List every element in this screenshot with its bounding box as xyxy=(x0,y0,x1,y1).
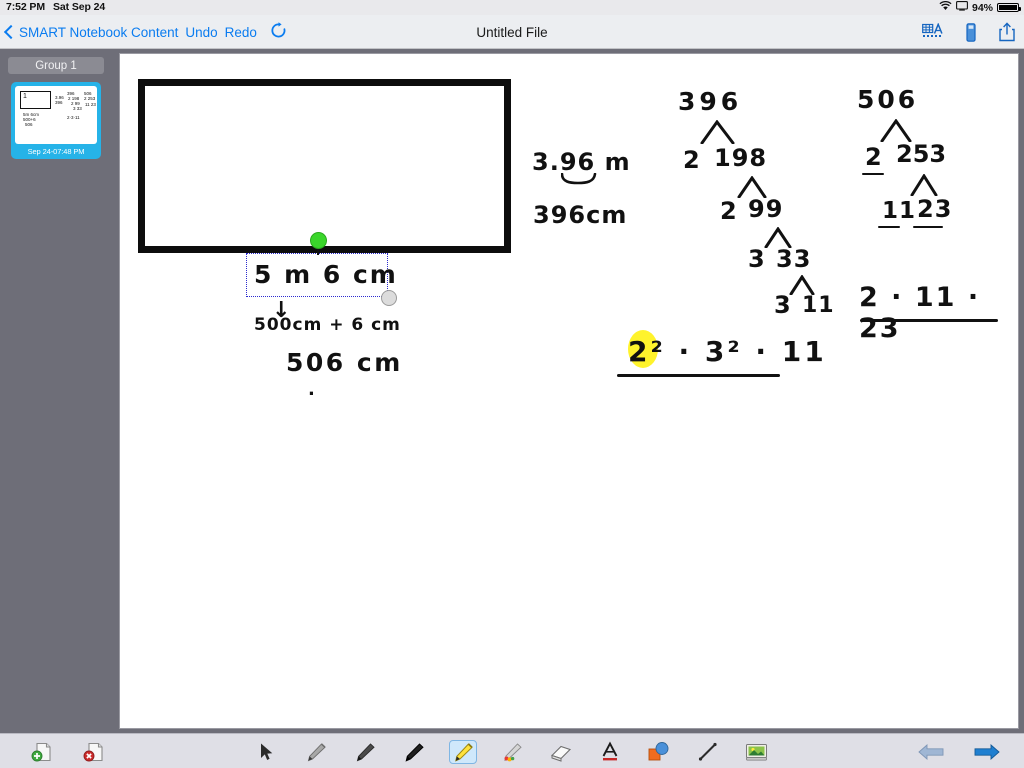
pen-thick-tool[interactable] xyxy=(400,740,428,764)
ink-underline-tree2-11 xyxy=(878,226,900,229)
ink-tree2-root[interactable]: 506 xyxy=(857,85,918,114)
ink-tree1-factor-99[interactable]: 99 xyxy=(748,195,783,223)
app-navigation-bar: SMART Notebook Content Undo Redo Untitle… xyxy=(0,15,1024,49)
rotate-handle[interactable] xyxy=(310,232,327,249)
ink-centimeters-value[interactable]: 396cm xyxy=(533,201,627,229)
shapes-tool[interactable] xyxy=(645,740,673,764)
thumbnail-ink-9: 3 33 xyxy=(73,106,82,111)
battery-icon xyxy=(997,3,1021,12)
page-sidebar: Group 1 1 5m 6cm 500+6 506 3.96 396 396 … xyxy=(0,49,113,733)
status-bar-right: 94% xyxy=(939,1,1021,14)
ink-tree1-factor-198[interactable]: 198 xyxy=(714,144,767,172)
wifi-icon xyxy=(939,1,952,14)
ink-conversion-result[interactable]: 506 cm xyxy=(286,348,403,377)
resize-handle[interactable] xyxy=(381,290,397,306)
next-page-arrow[interactable] xyxy=(974,743,1000,761)
status-bar-left: 7:52 PM Sat Sep 24 xyxy=(6,1,105,13)
screen-icon xyxy=(956,1,968,14)
ink-underline-tree2-23 xyxy=(913,226,943,229)
bottom-toolbar xyxy=(0,733,1024,768)
ink-underline-factorization-396 xyxy=(617,374,780,377)
rectangle-shape[interactable] xyxy=(138,79,511,253)
group-tab[interactable]: Group 1 xyxy=(8,57,104,74)
ink-underline-factorization-506 xyxy=(860,319,998,322)
ink-tree1-factor-33[interactable]: 33 xyxy=(776,245,811,273)
ios-status-bar: 7:52 PM Sat Sep 24 94% xyxy=(0,0,1024,15)
previous-page-arrow[interactable] xyxy=(918,743,944,761)
ink-tree2-factor-23[interactable]: 23 xyxy=(917,195,952,223)
page-title: Untitled File xyxy=(476,24,548,40)
ink-tree1-factor-2a[interactable]: 2 xyxy=(683,146,700,174)
remote-icon[interactable] xyxy=(966,22,976,42)
creative-pen-tool[interactable] xyxy=(498,740,526,764)
thumbnail-ink-10: 2·3·11 xyxy=(67,115,80,120)
ink-tree1-root[interactable]: 396 xyxy=(678,87,742,116)
ink-tree1-factor-3b[interactable]: 3 xyxy=(774,291,791,319)
ink-conversion-sum[interactable]: 500cm + 6 cm xyxy=(254,315,401,335)
pen-thin-tool[interactable] xyxy=(351,740,379,764)
select-tool[interactable] xyxy=(253,740,281,764)
ink-tree2-factor-11[interactable]: 11 xyxy=(882,198,916,224)
thumbnail-ink-13: 11 23 xyxy=(85,102,96,107)
notebook-canvas[interactable]: 5 m 6 cm ↓ 500cm + 6 cm 506 cm . 3.96 m … xyxy=(119,53,1019,729)
nav-right-group xyxy=(922,15,1016,49)
eraser-tool[interactable] xyxy=(547,740,575,764)
text-tool[interactable] xyxy=(596,740,624,764)
ink-meters-value[interactable]: 3.96 m xyxy=(532,148,631,176)
share-icon[interactable] xyxy=(998,22,1016,42)
table-text-icon[interactable] xyxy=(922,23,944,41)
drawing-tools xyxy=(0,734,1024,768)
gallery-tool[interactable] xyxy=(743,740,771,764)
battery-percent: 94% xyxy=(971,1,993,14)
status-time: 7:52 PM xyxy=(6,1,45,13)
thumbnail-page-number: 1 xyxy=(23,93,27,100)
line-tool[interactable] xyxy=(694,740,722,764)
thumbnail-ink-5: 396 xyxy=(55,100,63,105)
ink-stray-dot[interactable]: . xyxy=(308,379,315,400)
highlighter-tool[interactable] xyxy=(449,739,477,764)
ink-tree2-factor-2[interactable]: 2 xyxy=(865,143,882,171)
ink-tree1-factor-2b[interactable]: 2 xyxy=(720,197,737,225)
ink-underline-tree2-2 xyxy=(862,173,884,176)
app-root: 7:52 PM Sat Sep 24 94% SMART Notebook Co… xyxy=(0,0,1024,768)
thumbnail-timestamp: Sep 24-07:48 PM xyxy=(27,147,85,156)
thumbnail-ink-12: 2 253 xyxy=(84,96,96,101)
ink-tree2-factor-253[interactable]: 253 xyxy=(896,140,946,168)
ink-factorization-396[interactable]: 2² · 3² · 11 xyxy=(628,335,827,368)
ink-factorization-506[interactable]: 2 · 11 · 23 xyxy=(859,282,1018,344)
ink-tree1-factor-3a[interactable]: 3 xyxy=(748,245,765,273)
ink-tree1-factor-11[interactable]: 11 xyxy=(802,293,835,318)
thumbnail-ink-3: 506 xyxy=(25,122,33,127)
pen-grey-tool[interactable] xyxy=(302,740,330,764)
ink-brace-icon xyxy=(560,172,597,192)
ink-selected-measurement[interactable]: 5 m 6 cm xyxy=(254,260,398,289)
page-thumbnail-preview: 1 5m 6cm 500+6 506 3.96 396 396 2 198 2 … xyxy=(15,86,97,144)
status-date: Sat Sep 24 xyxy=(52,1,106,13)
page-thumbnail[interactable]: 1 5m 6cm 500+6 506 3.96 396 396 2 198 2 … xyxy=(11,82,101,159)
page-navigation xyxy=(918,734,1000,768)
